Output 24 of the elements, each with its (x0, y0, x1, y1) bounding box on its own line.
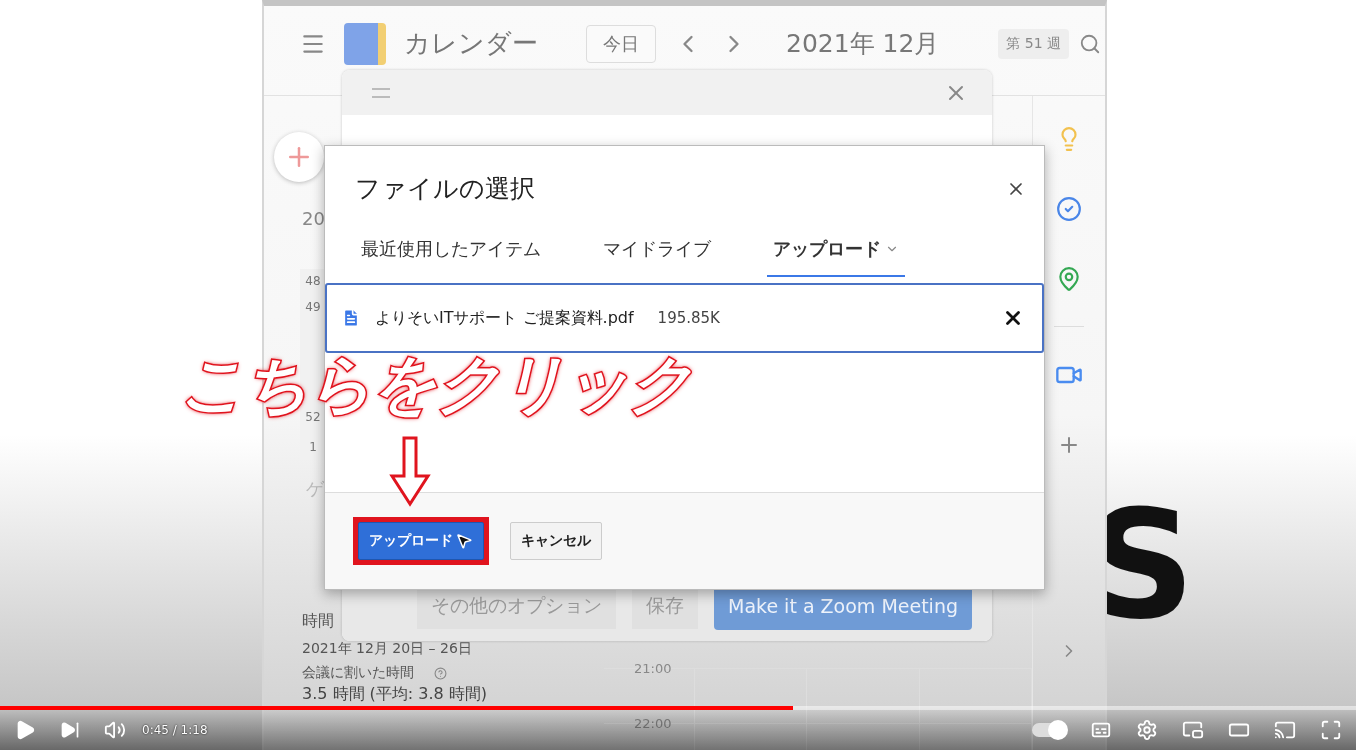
app-name: カレンダー (404, 27, 538, 60)
tab[interactable]: 最近使用したアイテム (355, 227, 547, 277)
year-text: 20 (302, 208, 325, 229)
tab[interactable]: マイドライブ (597, 227, 717, 277)
upload-button[interactable]: アップロード (358, 522, 484, 560)
stats-heading: 時間 (302, 611, 334, 632)
meeting-value: 3.5 時間 (平均: 3.8 時間) (302, 684, 488, 705)
time-label: 21:00 (634, 661, 673, 678)
file-name: よりそいITサポート ご提案資料.pdf (375, 307, 634, 329)
week-badge: 第 51 週 (998, 28, 1069, 59)
time-display: 0:45 / 1:18 (142, 723, 208, 737)
dialog-title: ファイルの選択 (355, 173, 535, 205)
month-title: 2021年 12月 (786, 28, 940, 60)
week-number: 48 (304, 273, 322, 290)
tab[interactable]: アップロード (767, 227, 905, 277)
file-row[interactable]: よりそいITサポート ご提案資料.pdf 195.85K (325, 283, 1044, 353)
date-range: 2021年 12月 20日 – 26日 (302, 640, 472, 658)
cancel-button[interactable]: キャンセル (510, 522, 602, 560)
today-button[interactable]: 今日 (586, 24, 656, 63)
time-label: 22:00 (634, 716, 673, 733)
meeting-label: 会議に割いた時間 (302, 664, 414, 682)
file-size: 195.85K (657, 309, 721, 327)
week-number: 1 (308, 439, 318, 456)
week-number: 49 (304, 299, 322, 316)
